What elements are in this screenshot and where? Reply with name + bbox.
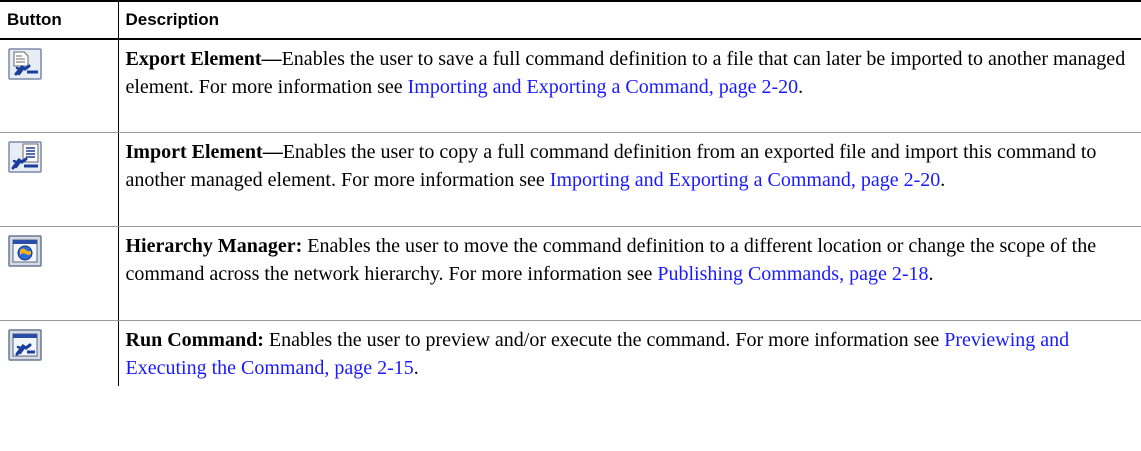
hierarchy-manager-icon	[8, 234, 42, 267]
import-element-icon	[8, 140, 42, 173]
row-text: Enables the user to preview and/or execu…	[263, 328, 945, 351]
cross-reference-link[interactable]: Importing and Exporting a Command, page …	[550, 169, 940, 191]
row-description: Import Element—Enables the user to copy …	[119, 133, 1141, 194]
table-row: Export Element—Enables the user to save …	[0, 39, 1141, 133]
row-description: Hierarchy Manager: Enables the user to m…	[119, 227, 1141, 288]
row-title: Export Element—	[125, 48, 282, 70]
row-description: Run Command: Enables the user to preview…	[119, 321, 1141, 382]
row-end: .	[940, 168, 946, 191]
row-end: .	[798, 76, 804, 98]
export-element-icon	[8, 48, 42, 80]
table-row: Run Command: Enables the user to preview…	[0, 320, 1141, 386]
row-end: .	[928, 262, 934, 285]
row-title: Hierarchy Manager:	[125, 234, 303, 257]
cross-reference-link[interactable]: Publishing Commands, page 2-18	[657, 263, 928, 285]
table-row: Hierarchy Manager: Enables the user to m…	[0, 226, 1141, 321]
table-header-row: Button Description	[0, 0, 1141, 40]
cross-reference-link[interactable]: Importing and Exporting a Command, page …	[408, 76, 798, 98]
row-end: .	[413, 356, 419, 379]
table-row: Import Element—Enables the user to copy …	[0, 132, 1141, 227]
run-command-icon	[8, 328, 42, 361]
header-description: Description	[117, 0, 1141, 40]
button-description-table: Button Description Export Element—Enable…	[0, 0, 1141, 386]
row-title: Import Element—	[125, 140, 283, 163]
row-description: Export Element—Enables the user to save …	[119, 40, 1141, 101]
header-button: Button	[0, 0, 118, 40]
row-title: Run Command:	[125, 328, 264, 351]
